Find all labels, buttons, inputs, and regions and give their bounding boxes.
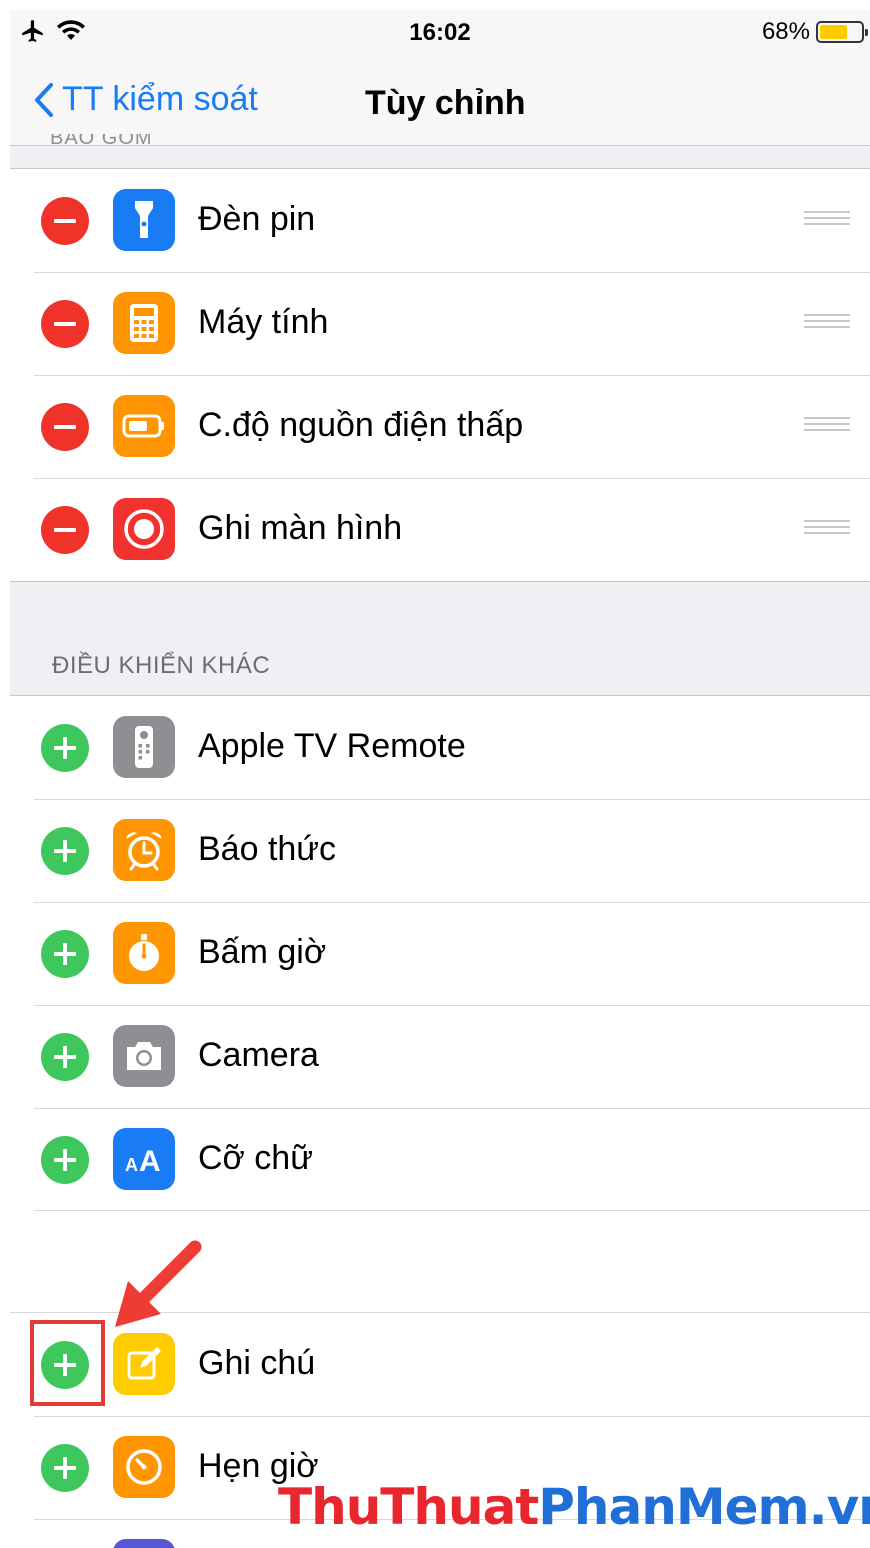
svg-text:A: A	[139, 1145, 161, 1176]
list-item: Máy tính	[10, 272, 870, 375]
remove-button[interactable]	[41, 403, 89, 451]
item-label: C.độ nguồn điện thấp	[198, 406, 524, 444]
timer-icon	[113, 1436, 175, 1498]
item-label: Camera	[198, 1036, 319, 1074]
item-label: Bấm giờ	[198, 933, 327, 971]
camera-icon	[113, 1025, 175, 1087]
back-label: TT kiểm soát	[62, 80, 258, 118]
navigation-bar: TT kiểm soát Tùy chỉnh BAO GỒM	[10, 58, 870, 146]
item-label: Đèn pin	[198, 200, 316, 238]
list-item: Đèn pin	[10, 169, 870, 272]
notes-icon	[113, 1333, 175, 1395]
item-label: Cỡ chữ	[198, 1139, 313, 1177]
add-button[interactable]	[41, 724, 89, 772]
screen-record-icon	[113, 498, 175, 560]
highlight-box	[30, 1320, 105, 1406]
item-label: Ghi màn hình	[198, 509, 403, 547]
reorder-handle[interactable]	[804, 314, 850, 332]
tv-remote-icon	[113, 716, 175, 778]
remove-button[interactable]	[41, 506, 89, 554]
section-header-included: BAO GỒM	[50, 134, 153, 146]
item-label: Báo thức	[198, 830, 337, 868]
status-bar: 16:02 68%	[10, 10, 870, 58]
item-label: Ghi chú	[198, 1344, 316, 1382]
watermark: ThuThuatPhanMem.vn	[278, 1478, 870, 1536]
low-power-icon	[113, 395, 175, 457]
reorder-handle[interactable]	[804, 520, 850, 538]
add-button[interactable]	[41, 930, 89, 978]
add-button[interactable]	[41, 1444, 89, 1492]
back-button[interactable]: TT kiểm soát	[34, 80, 258, 119]
more-controls-list: Apple TV Remote Báo thức Bấm giờ Camera	[10, 695, 870, 1211]
list-item: Báo thức	[10, 799, 870, 902]
remove-button[interactable]	[41, 300, 89, 348]
flashlight-icon	[113, 189, 175, 251]
add-button[interactable]	[41, 1033, 89, 1081]
item-label: Máy tính	[198, 303, 329, 341]
list-item: AA Cỡ chữ	[10, 1108, 870, 1211]
section-header-more-controls: ĐIỀU KHIỂN KHÁC	[52, 652, 271, 679]
status-time: 16:02	[409, 19, 471, 46]
text-size-icon: AA	[113, 1128, 175, 1190]
item-label: Apple TV Remote	[198, 727, 466, 765]
remove-button[interactable]	[41, 197, 89, 245]
add-button[interactable]	[41, 1136, 89, 1184]
alarm-icon	[113, 819, 175, 881]
stopwatch-icon	[113, 922, 175, 984]
add-button[interactable]	[41, 827, 89, 875]
svg-text:A: A	[125, 1155, 138, 1175]
control-center-customize-screen: 16:02 68% TT kiểm soát Tùy chỉnh BAO GỒM…	[10, 10, 870, 1548]
status-right: 68%	[761, 18, 868, 46]
page-title: Tùy chỉnh	[365, 84, 526, 122]
app-icon-partial	[113, 1539, 175, 1548]
list-item: Ghi màn hình	[10, 478, 870, 581]
included-controls-list: Đèn pin Máy tính C.độ nguồn điện thấp Gh…	[10, 168, 870, 582]
list-item: Camera	[10, 1005, 870, 1108]
annotation-arrow-icon	[115, 1240, 202, 1327]
list-item: Apple TV Remote	[10, 696, 870, 799]
calculator-icon	[113, 292, 175, 354]
battery-icon	[816, 21, 868, 43]
battery-percent: 68%	[761, 18, 810, 45]
list-item: C.độ nguồn điện thấp	[10, 375, 870, 478]
reorder-handle[interactable]	[804, 417, 850, 435]
list-item: Bấm giờ	[10, 902, 870, 1005]
reorder-handle[interactable]	[804, 211, 850, 229]
chevron-left-icon	[35, 82, 53, 117]
